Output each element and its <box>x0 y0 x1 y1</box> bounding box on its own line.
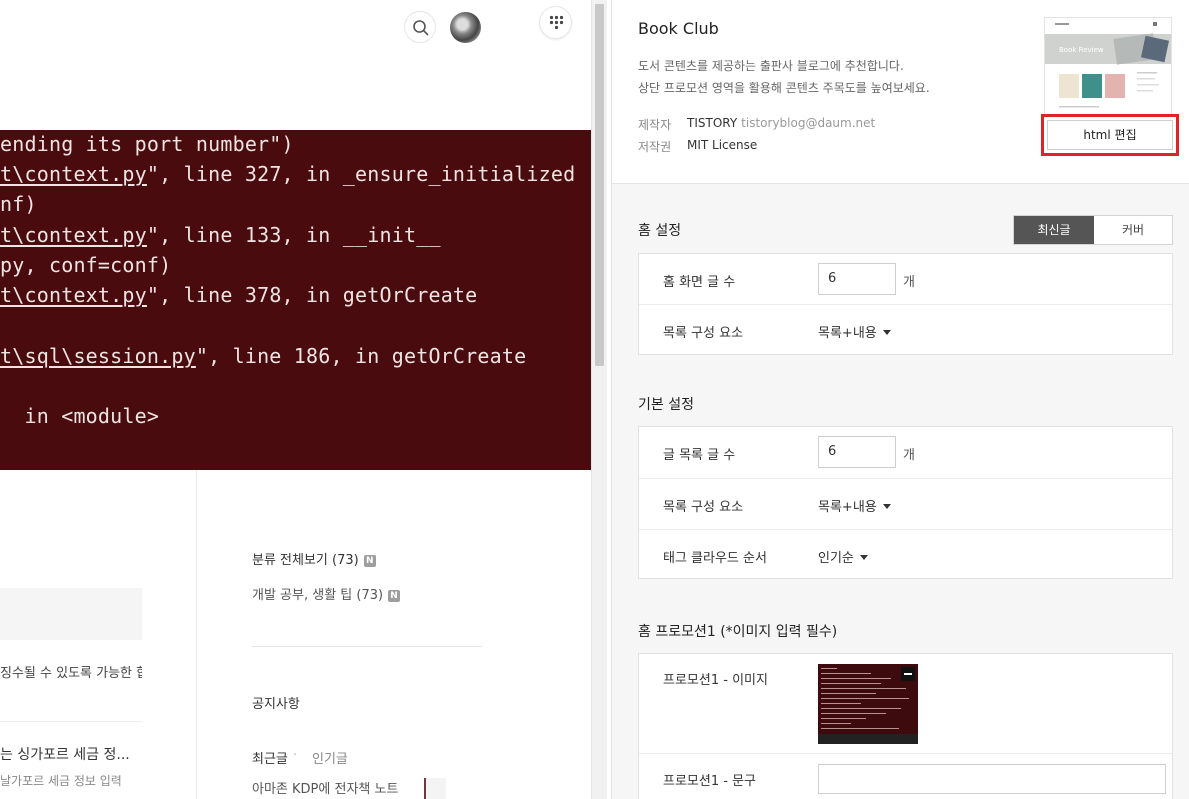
license-label: 저작권 <box>638 140 672 154</box>
caret-down-icon <box>882 330 891 335</box>
code-line: nf) <box>0 192 37 216</box>
post-list-column: 징수될 수 있도록 가능한 합 는 싱가포르 세금 정... 날가포르 세금 정… <box>0 470 197 799</box>
code-line: t\context.py", line 378, in getOrCreate <box>0 283 478 307</box>
promotion-banner-code: ending its port number") t\context.py", … <box>0 130 591 470</box>
skin-description: 상단 프로모션 영역을 활용해 콘텐츠 주목도를 높여보세요. <box>638 81 930 95</box>
maker-value: TISTORY tistoryblog@daum.net <box>687 116 876 130</box>
home-mode-cover[interactable]: 커버 <box>1094 216 1172 244</box>
preview-scrollbar-thumb[interactable] <box>595 4 604 366</box>
search-button[interactable] <box>404 11 436 43</box>
license-value: MIT License <box>687 138 758 152</box>
skin-description: 도서 콘텐츠를 제공하는 출판사 블로그에 추천합니다. <box>638 59 904 73</box>
tab-popular-posts[interactable]: 인기글 <box>312 748 348 767</box>
home-settings-box: 홈 화면 글 수 6 개 목록 구성 요소 목록+내용 <box>638 253 1173 355</box>
code-line: ending its port number") <box>0 132 294 156</box>
basic-settings-title: 기본 설정 <box>638 397 694 413</box>
menu-button[interactable] <box>539 6 572 39</box>
post-thumbnail-placeholder <box>0 588 142 640</box>
basic-count-input[interactable]: 6 <box>818 436 896 468</box>
divider <box>0 721 142 722</box>
settings-row: 프로모션1 - 문구 <box>639 753 1172 799</box>
home-list-label: 목록 구성 요소 <box>663 326 744 341</box>
code-line: t\sql\session.py", line 186, in getOrCre… <box>0 344 527 368</box>
settings-row: 홈 화면 글 수 6 개 <box>639 254 1172 304</box>
category-all-link[interactable]: 분류 전체보기 (73) N <box>252 549 376 568</box>
avatar[interactable] <box>450 12 481 43</box>
skin-info: Book Club 도서 콘텐츠를 제공하는 출판사 블로그에 추천합니다. 상… <box>612 0 1189 184</box>
settings-row: 태그 클라우드 순서 인기순 <box>639 529 1172 579</box>
html-edit-highlight: html 편집 <box>1041 114 1179 156</box>
basic-list-label: 목록 구성 요소 <box>663 500 744 515</box>
promo-image-thumbnail[interactable] <box>818 664 918 744</box>
caret-down-icon <box>882 504 891 509</box>
tab-separator: · <box>293 748 298 763</box>
blog-preview: ending its port number") t\context.py", … <box>0 0 591 799</box>
skin-name: Book Club <box>638 19 719 38</box>
post-subtitle: 날가포르 세금 정보 입력 <box>0 774 122 788</box>
search-icon <box>413 20 429 36</box>
home-mode-toggle[interactable]: 최신글 커버 <box>1013 215 1173 245</box>
basic-list-select[interactable]: 목록+내용 <box>818 496 891 515</box>
promo-text-label: 프로모션1 - 문구 <box>663 774 756 789</box>
maker-email: tistoryblog@daum.net <box>741 116 876 130</box>
new-badge: N <box>363 555 376 567</box>
recent-post-thumbnail[interactable] <box>424 778 446 799</box>
category-item-link[interactable]: 개발 공부, 생활 팁 (73) N <box>252 584 401 603</box>
home-mode-recent[interactable]: 최신글 <box>1014 216 1094 244</box>
recent-post-link[interactable]: 아마존 KDP에 전자책 노트 <box>252 778 398 797</box>
promo-image-label: 프로모션1 - 이미지 <box>663 673 768 688</box>
home-list-select[interactable]: 목록+내용 <box>818 322 891 341</box>
post-title-link[interactable]: 는 싱가포르 세금 정... <box>0 744 138 764</box>
settings-row: 목록 구성 요소 목록+내용 <box>639 304 1172 355</box>
skin-editor: ending its port number") t\context.py", … <box>0 0 1189 799</box>
code-line: in <module> <box>0 404 160 428</box>
code-line: py, conf=conf) <box>0 253 172 277</box>
promo-box: 프로모션1 - 이미지 프로모션1 - 문구 <box>638 653 1173 799</box>
tag-cloud-label: 태그 클라우드 순서 <box>663 551 767 566</box>
settings-row: 프로모션1 - 이미지 <box>639 654 1172 753</box>
home-count-label: 홈 화면 글 수 <box>663 275 736 290</box>
code-line: t\context.py", line 133, in __init__ <box>0 223 441 247</box>
column-divider <box>196 470 197 799</box>
basic-settings-box: 글 목록 글 수 6 개 목록 구성 요소 목록+내용 태그 클라우드 순서 인… <box>638 426 1173 579</box>
unit-label: 개 <box>903 448 915 463</box>
home-settings-title: 홈 설정 <box>638 223 682 239</box>
basic-count-label: 글 목록 글 수 <box>663 448 736 463</box>
divider <box>252 646 482 647</box>
tag-cloud-select[interactable]: 인기순 <box>818 547 868 566</box>
skin-settings-panel: Book Club 도서 콘텐츠를 제공하는 출판사 블로그에 추천합니다. 상… <box>611 0 1189 799</box>
home-count-input[interactable]: 6 <box>818 263 896 295</box>
unit-label: 개 <box>903 275 915 290</box>
settings-row: 목록 구성 요소 목록+내용 <box>639 478 1172 529</box>
dots-menu-icon <box>549 15 564 30</box>
image-footer-bar <box>818 734 918 744</box>
promo-title: 홈 프로모션1 (*이미지 입력 필수) <box>638 624 838 640</box>
caret-down-icon <box>859 555 868 560</box>
new-badge: N <box>388 590 401 602</box>
notice-heading: 공지사항 <box>252 697 300 712</box>
skin-thumbnail: Book Review <box>1044 17 1172 115</box>
html-edit-button[interactable]: html 편집 <box>1047 120 1173 150</box>
remove-image-icon[interactable] <box>901 667 915 681</box>
code-line: t\context.py", line 327, in _ensure_init… <box>0 162 576 186</box>
tab-recent-posts[interactable]: 최근글 <box>252 748 288 767</box>
settings-row: 글 목록 글 수 6 개 <box>639 427 1172 478</box>
svg-text:Book Review: Book Review <box>1059 46 1104 54</box>
post-excerpt[interactable]: 징수될 수 있도록 가능한 합 <box>0 662 142 681</box>
maker-label: 제작자 <box>638 118 672 132</box>
promo-text-input[interactable] <box>818 764 1166 794</box>
